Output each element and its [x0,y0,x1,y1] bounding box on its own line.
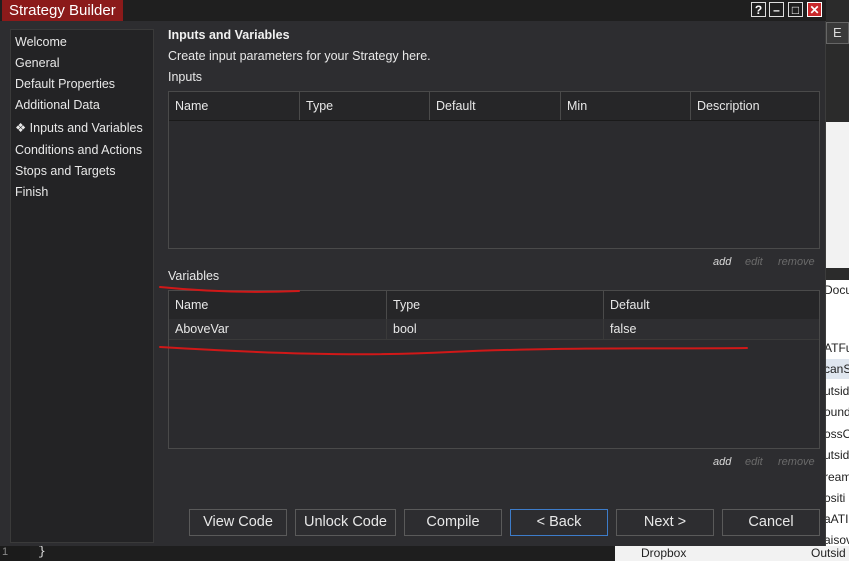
page-description: Create input parameters for your Strateg… [168,49,431,63]
variables-grid[interactable]: Name Type Default AboveVar bool false [168,290,820,449]
line-number: 1 [2,546,9,558]
column-header-default[interactable]: Default [603,291,819,319]
next-button[interactable]: Next > [616,509,714,536]
list-item[interactable]: ound [824,402,849,422]
maximize-button[interactable]: □ [788,2,803,17]
nav-item-default-properties[interactable]: Default Properties [15,74,115,95]
column-header-default[interactable]: Default [429,92,560,120]
list-item[interactable]: utsid [824,445,849,465]
column-header-type[interactable]: Type [386,291,603,319]
inputs-grid-header: Name Type Default Min Description [169,92,819,121]
nav-item-conditions-and-actions[interactable]: Conditions and Actions [15,140,142,161]
cancel-button[interactable]: Cancel [722,509,820,536]
inputs-label: Inputs [168,70,203,84]
cell-default[interactable]: false [603,319,819,339]
nav-item-stops-and-targets[interactable]: Stops and Targets [15,161,116,182]
code-brace: } [38,544,46,559]
back-button[interactable]: < Back [510,509,608,536]
variables-grid-header: Name Type Default [169,291,819,320]
help-button[interactable]: ? [751,2,766,17]
column-header-name[interactable]: Name [169,291,386,319]
column-header-min[interactable]: Min [560,92,690,120]
view-code-button[interactable]: View Code [189,509,287,536]
dropbox-label[interactable]: Dropbox [641,546,686,560]
cell-name[interactable]: AboveVar [169,319,386,339]
list-item[interactable]: ossO [824,424,849,444]
column-header-type[interactable]: Type [299,92,429,120]
wizard-nav: Welcome General Default Properties Addit… [10,29,154,543]
nav-item-welcome[interactable]: Welcome [15,32,67,53]
variables-add-link[interactable]: add [713,456,731,468]
background-properties-panel [826,122,849,268]
variables-remove-link[interactable]: remove [778,456,815,468]
variables-edit-link[interactable]: edit [745,456,763,468]
window-title: Strategy Builder [2,0,123,21]
nav-item-additional-data[interactable]: Additional Data [15,95,100,116]
table-row[interactable]: AboveVar bool false [169,319,819,340]
list-item[interactable]: ream [824,467,849,487]
inputs-remove-link[interactable]: remove [778,256,815,268]
list-item[interactable]: ositi [824,488,845,508]
nav-item-finish[interactable]: Finish [15,182,48,203]
inputs-add-link[interactable]: add [713,256,731,268]
outside-label[interactable]: Outsid [811,546,846,560]
column-header-name[interactable]: Name [169,92,299,120]
inputs-edit-link[interactable]: edit [745,256,763,268]
background-tab[interactable]: E [826,22,849,44]
strategy-builder-dialog: Strategy Builder ? – □ ✕ Welcome General… [0,0,826,546]
close-button[interactable]: ✕ [807,2,822,17]
page-title: Inputs and Variables [168,28,290,42]
unlock-code-button[interactable]: Unlock Code [295,509,396,536]
title-bar[interactable]: Strategy Builder ? – □ ✕ [0,0,826,21]
column-header-description[interactable]: Description [690,92,819,120]
list-item[interactable]: canSu [824,359,849,379]
background-status-area: Dropbox Outsid [615,546,849,561]
cell-type[interactable]: bool [386,319,603,339]
background-doc-label[interactable]: Docu [824,280,849,300]
list-item[interactable]: utsid [824,381,849,401]
inputs-grid[interactable]: Name Type Default Min Description [168,91,820,249]
list-item[interactable]: ATFu [824,338,849,358]
minimize-button[interactable]: – [769,2,784,17]
variables-label: Variables [168,269,220,283]
nav-item-general[interactable]: General [15,53,59,74]
nav-item-inputs-and-variables[interactable]: ❖ Inputs and Variables [15,118,143,139]
compile-button[interactable]: Compile [404,509,502,536]
list-item[interactable]: aATI [824,509,848,529]
